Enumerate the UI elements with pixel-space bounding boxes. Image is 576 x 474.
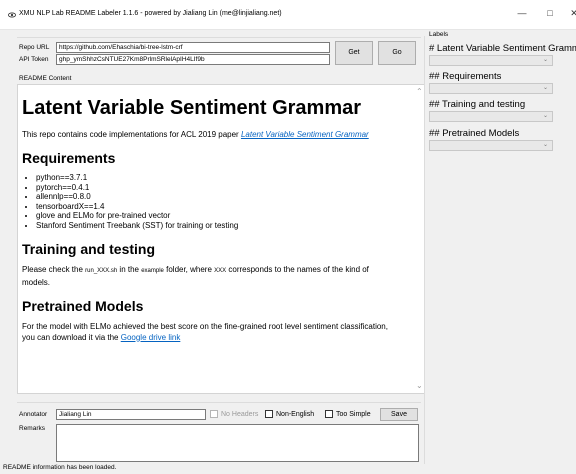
window-title: XMU NLP Lab README Labeler 1.1.6 - power… <box>19 10 282 17</box>
pretrained-text: For the model with ELMo achieved the bes… <box>22 321 388 342</box>
paper-link[interactable]: Latent Variable Sentiment Grammar <box>241 130 369 139</box>
repo-url-label: Repo URL <box>19 44 50 51</box>
too-simple-checkbox[interactable]: Too Simple <box>325 410 371 418</box>
no-headers-label: No Headers <box>221 410 259 418</box>
close-button[interactable]: ✕ <box>567 8 576 19</box>
training-text-3: folder, where <box>163 264 215 274</box>
label-item: ## Pretrained Models ⌄ <box>429 128 576 151</box>
label-heading: ## Requirements <box>429 71 502 82</box>
label-select[interactable]: ⌄ <box>429 111 553 122</box>
training-paragraph: Please check the run_XXX.sh in the examp… <box>22 264 392 288</box>
chevron-down-icon: ⌄ <box>542 85 548 91</box>
checkbox-box <box>210 410 218 418</box>
training-text-1: Please check the <box>22 264 86 274</box>
training-code-name: XXX <box>214 267 227 274</box>
label-item: ## Training and testing ⌄ <box>429 99 576 122</box>
label-item: # Latent Variable Sentiment Grammar ⌄ <box>429 43 576 66</box>
non-english-checkbox[interactable]: Non-English <box>265 410 314 418</box>
app-eye-icon <box>8 12 16 18</box>
requirements-list: python==3.7.1 pytorch==0.4.1 allennlp==0… <box>22 173 392 231</box>
title-bar: XMU NLP Lab README Labeler 1.1.6 - power… <box>0 0 576 30</box>
chevron-down-icon: ⌄ <box>542 113 548 119</box>
minimize-button[interactable]: — <box>515 8 529 18</box>
get-button[interactable]: Get <box>335 41 373 65</box>
label-select[interactable]: ⌄ <box>429 83 553 94</box>
too-simple-label: Too Simple <box>336 410 371 418</box>
pretrained-heading: Pretrained Models <box>22 297 144 314</box>
annotator-label: Annotator <box>19 411 48 418</box>
list-item: tensorboardX==1.4 <box>36 202 392 212</box>
repo-url-input[interactable]: https://github.com/Ehaschia/bi-tree-lstm… <box>56 42 330 53</box>
scroll-up-icon[interactable]: ⌃ <box>416 87 423 96</box>
annotator-input[interactable]: Jialiang Lin <box>56 409 206 420</box>
label-heading: # Latent Variable Sentiment Grammar <box>429 43 576 54</box>
remarks-label: Remarks <box>19 425 46 432</box>
readme-title: Latent Variable Sentiment Grammar <box>22 97 362 119</box>
list-item: Stanford Sentiment Treebank (SST) for tr… <box>36 221 392 231</box>
no-headers-checkbox[interactable]: No Headers <box>210 410 258 418</box>
api-token-input[interactable]: ghp_ymShhzCsNTUE27Km8PrlmSRlelApIH4LIf9b <box>56 54 330 65</box>
training-heading: Training and testing <box>22 240 156 257</box>
label-heading: ## Pretrained Models <box>429 128 520 139</box>
readme-viewer[interactable]: Latent Variable Sentiment Grammar This r… <box>17 84 425 394</box>
remarks-textarea[interactable] <box>56 424 419 462</box>
label-heading: ## Training and testing <box>429 99 526 110</box>
go-button[interactable]: Go <box>378 41 416 65</box>
google-drive-link[interactable]: Google drive link <box>121 333 181 342</box>
labels-section-label: Labels <box>429 31 449 38</box>
list-item: pytorch==0.4.1 <box>36 183 392 193</box>
readme-intro: This repo contains code implementations … <box>22 129 392 140</box>
save-button[interactable]: Save <box>380 408 418 421</box>
api-token-label: API Token <box>19 56 49 63</box>
label-item: ## Requirements ⌄ <box>429 71 576 94</box>
maximize-button[interactable]: □ <box>543 8 557 18</box>
labels-panel: Labels # Latent Variable Sentiment Gramm… <box>424 31 576 464</box>
requirements-heading: Requirements <box>22 150 116 166</box>
pretrained-paragraph: For the model with ELMo achieved the bes… <box>22 321 392 343</box>
chevron-down-icon: ⌄ <box>542 142 548 148</box>
checkbox-box <box>265 410 273 418</box>
group-divider <box>17 37 421 38</box>
status-bar: README information has been loaded. <box>3 464 117 471</box>
list-item: python==3.7.1 <box>36 173 392 183</box>
label-select[interactable]: ⌄ <box>429 55 553 66</box>
non-english-label: Non-English <box>276 410 315 418</box>
chevron-down-icon: ⌄ <box>542 57 548 63</box>
training-code-script: run_XXX.sh <box>85 267 118 274</box>
readme-section-label: README Content <box>19 75 72 82</box>
checkbox-box <box>325 410 333 418</box>
label-select[interactable]: ⌄ <box>429 140 553 151</box>
training-code-folder: example <box>141 267 164 274</box>
scroll-down-icon[interactable]: ⌄ <box>416 381 423 390</box>
list-item: glove and ELMo for pre-trained vector <box>36 211 392 221</box>
group-divider <box>17 402 421 403</box>
intro-text: This repo contains code implementations … <box>22 130 241 139</box>
training-text-2: in the <box>117 264 142 274</box>
list-item: allennlp==0.8.0 <box>36 192 392 202</box>
